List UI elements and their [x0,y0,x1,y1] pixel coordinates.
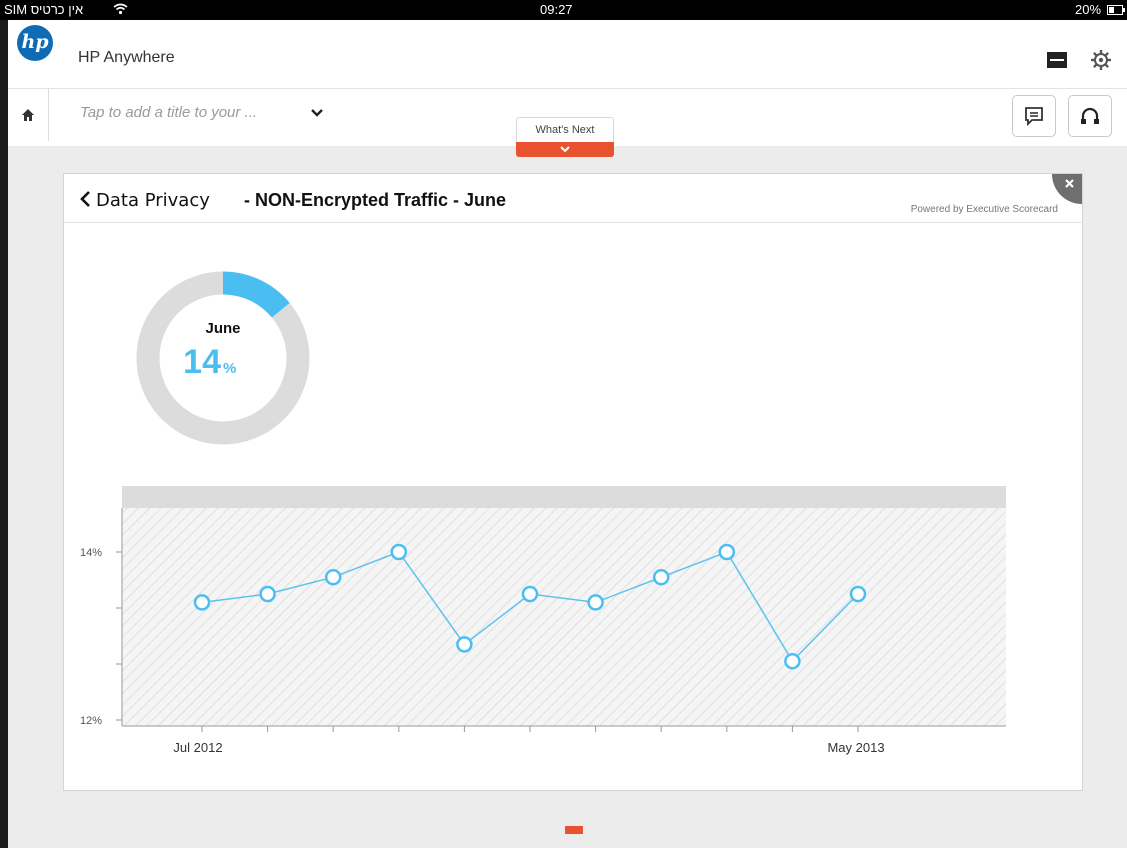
app-header [8,20,1127,88]
data-point[interactable] [587,594,604,611]
gear-icon[interactable] [1090,49,1112,71]
wifi-icon [113,3,128,15]
donut-month: June [205,320,240,337]
app-title: HP Anywhere [78,49,175,66]
home-icon [22,109,34,121]
data-point[interactable] [259,585,276,603]
data-point[interactable] [718,543,736,561]
dashboard-title-input[interactable]: Tap to add a title to your ... [80,104,257,121]
comments-button[interactable] [1012,95,1056,137]
window-edge [0,20,8,848]
battery-percent: 20% [1075,2,1102,17]
scorecard-card: Data Privacy - NON-Encrypted Traffic - J… [63,173,1083,791]
page-indicator[interactable] [565,826,583,834]
data-point[interactable] [193,594,211,611]
data-point[interactable] [390,543,408,561]
carrier-label: SIM אין כרטיס [4,2,84,17]
donut-value: 14 [183,343,221,381]
chevron-down-icon [560,145,570,152]
x-tick-label-first: Jul 2012 [173,740,222,755]
x-ticks [201,726,859,732]
x-tick-label-last: May 2013 [827,740,884,755]
y-ticks [116,551,122,721]
donut-chart: June 14 % [136,271,310,445]
data-point[interactable] [521,585,539,603]
whats-next-handle[interactable] [516,142,614,157]
status-bar: SIM אין כרטיס 09:27 20% [0,0,1127,20]
home-button[interactable] [8,89,49,141]
hp-logo: hp [17,25,53,61]
line-chart: 14% 12% Jul 2012 May 2013 [80,486,1006,755]
whats-next-label: What's Next [516,117,614,142]
notifications-icon[interactable] [1047,52,1067,68]
clock: 09:27 [540,2,573,17]
data-point[interactable] [324,568,342,586]
data-point[interactable] [784,652,801,670]
data-point[interactable] [652,568,670,586]
collaborate-button[interactable] [1068,95,1112,137]
whats-next-tab[interactable]: What's Next [516,117,614,157]
y-tick-label-top: 14% [80,547,102,559]
chart-header-band [122,486,1006,508]
headphones-icon [1081,107,1099,124]
card-graphics: June 14 % 14% 12% Jul 2012 May 2013 [80,271,1006,755]
data-point[interactable] [849,585,867,603]
donut-unit: % [223,360,236,377]
data-point[interactable] [456,636,473,653]
y-tick-label-bottom: 12% [80,715,102,727]
battery-icon [1107,5,1125,15]
comment-icon [1025,107,1043,127]
chevron-down-icon[interactable] [310,108,324,118]
chart-plot-area [122,508,1006,726]
